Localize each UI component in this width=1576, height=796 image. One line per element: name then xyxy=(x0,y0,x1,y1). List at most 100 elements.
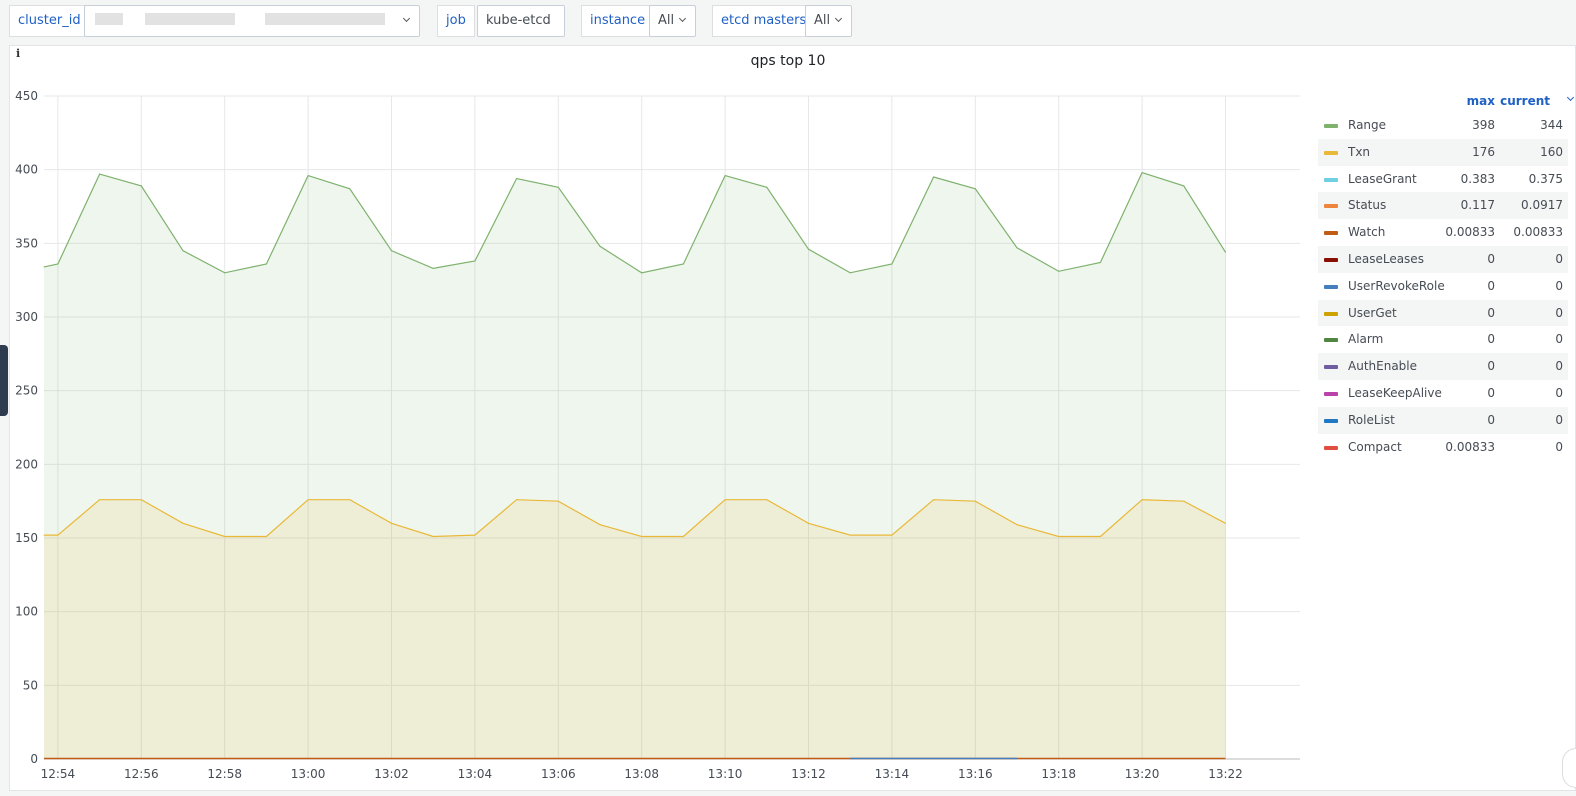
data-point-range xyxy=(557,186,559,188)
series-line-range xyxy=(43,171,1227,274)
data-point-txn xyxy=(224,536,226,537)
chart-areas xyxy=(44,172,1226,760)
series-color-swatch[interactable] xyxy=(1324,445,1338,450)
legend-item-current: 0 xyxy=(1555,332,1563,347)
legend-item-range[interactable]: Range 398 344 xyxy=(1318,112,1568,139)
legend-col-current[interactable]: current xyxy=(1500,94,1550,108)
data-point-range xyxy=(43,266,45,268)
x-tick-label: 13:10 xyxy=(708,767,743,781)
legend-item-name: RoleList xyxy=(1348,412,1395,427)
legend-item-leaseleases[interactable]: LeaseLeases 0 0 xyxy=(1318,245,1568,273)
data-point-txn xyxy=(849,534,851,536)
legend-item-name: UserRevokeRole xyxy=(1348,278,1445,293)
legend-item-leasegrant[interactable]: LeaseGrant 0.383 0.375 xyxy=(1318,166,1568,193)
legend-item-name: Alarm xyxy=(1348,332,1384,347)
series-color-swatch[interactable] xyxy=(1324,391,1338,396)
series-color-swatch[interactable] xyxy=(1324,124,1338,128)
data-point-range xyxy=(641,272,643,274)
data-point-range xyxy=(599,245,601,247)
legend-item-max: 0.117 xyxy=(1460,198,1495,213)
data-point-txn xyxy=(265,536,267,537)
y-tick-label: 450 xyxy=(15,89,38,103)
legend-item-max: 398 xyxy=(1472,118,1495,132)
legend-table: max current Range 398 344 Txn 176 160 LeaseGra… xyxy=(1318,92,1575,460)
x-tick-label: 13:22 xyxy=(1208,767,1243,781)
legend-item-current: 0 xyxy=(1555,439,1563,454)
legend-item-rolelist[interactable]: RoleList 0 0 xyxy=(1318,406,1568,434)
legend-item-status[interactable]: Status 0.117 0.0917 xyxy=(1318,192,1568,220)
series-color-swatch[interactable] xyxy=(1324,231,1338,236)
data-point-txn xyxy=(1099,536,1101,537)
data-point-range xyxy=(349,188,351,190)
x-tick-label: 13:16 xyxy=(958,767,993,781)
data-point-range xyxy=(391,250,392,252)
data-point-txn xyxy=(1058,536,1060,537)
series-color-swatch[interactable] xyxy=(1324,204,1338,209)
legend-item-userrevokerole[interactable]: UserRevokeRole 0 0 xyxy=(1318,273,1568,300)
legend-item-name: LeaseKeepAlive xyxy=(1348,385,1442,400)
series-color-swatch[interactable] xyxy=(1324,418,1338,423)
data-point-range xyxy=(1183,185,1185,187)
data-point-txn xyxy=(933,499,935,501)
legend-item-txn[interactable]: Txn 176 160 xyxy=(1318,138,1568,166)
data-point-range xyxy=(474,260,476,262)
legend-rows: Range 398 344 Txn 176 160 LeaseGrant 0.383 0.375… xyxy=(1318,112,1568,460)
series-color-swatch[interactable] xyxy=(1324,257,1338,262)
legend-item-max: 0 xyxy=(1487,305,1495,320)
data-point-txn xyxy=(891,534,893,536)
data-point-range xyxy=(1099,262,1101,263)
data-point-txn xyxy=(1183,500,1185,502)
data-point-txn xyxy=(516,499,518,501)
legend-item-current: 0 xyxy=(1555,359,1563,374)
y-tick-label: 150 xyxy=(15,531,38,545)
data-point-txn xyxy=(766,499,768,501)
data-point-range xyxy=(974,188,976,190)
legend-item-current: 0 xyxy=(1555,278,1563,293)
legend-item-userget[interactable]: UserGet 0 0 xyxy=(1318,299,1568,327)
data-point-txn xyxy=(57,534,59,536)
scroll-handle[interactable] xyxy=(1562,748,1576,788)
series-color-swatch[interactable] xyxy=(1324,338,1338,343)
x-axis: 12:54 12:56 12:58 13:00 13:02 13:04 13:06 13:08… xyxy=(41,767,1243,781)
x-tick-label: 13:00 xyxy=(291,767,326,781)
y-tick-label: 100 xyxy=(15,605,38,619)
legend-item-name: AuthEnable xyxy=(1348,359,1417,374)
legend-item-leasekeepalive[interactable]: LeaseKeepAlive 0 0 xyxy=(1318,380,1568,407)
series-color-swatch[interactable] xyxy=(1324,150,1338,155)
legend-item-watch[interactable]: Watch 0.00833 0.00833 xyxy=(1318,219,1568,246)
legend-item-current: 0 xyxy=(1555,305,1563,320)
legend-item-alarm[interactable]: Alarm 0 0 xyxy=(1318,326,1568,353)
legend-item-name: Range xyxy=(1348,118,1387,132)
data-point-txn xyxy=(1141,499,1143,501)
data-point-range xyxy=(724,175,726,177)
data-point-txn xyxy=(808,522,809,524)
y-tick-label: 300 xyxy=(15,310,38,324)
series-color-swatch[interactable] xyxy=(1324,284,1338,289)
legend-item-current: 0.0917 xyxy=(1521,198,1563,213)
data-point-txn xyxy=(140,499,142,501)
x-tick-label: 13:02 xyxy=(374,767,409,781)
legend-col-max[interactable]: max xyxy=(1467,94,1495,108)
series-color-swatch[interactable] xyxy=(1324,365,1338,370)
y-tick-label: 50 xyxy=(23,678,38,692)
legend-item-compact[interactable]: Compact 0.00833 0 xyxy=(1318,434,1568,461)
legend-item-name: UserGet xyxy=(1348,305,1397,320)
legend-item-current: 0.00833 xyxy=(1513,225,1563,240)
data-point-txn xyxy=(974,500,976,502)
data-point-txn xyxy=(182,522,184,524)
legend-item-current: 344 xyxy=(1540,118,1563,132)
data-point-txn xyxy=(682,536,684,537)
series-area-txn xyxy=(44,499,1226,759)
x-tick-label: 13:18 xyxy=(1041,767,1076,781)
legend-item-authenable[interactable]: AuthEnable 0 0 xyxy=(1318,353,1568,380)
x-tick-label: 13:12 xyxy=(791,767,826,781)
x-tick-label: 13:06 xyxy=(541,767,576,781)
data-point-txn xyxy=(641,536,643,537)
data-point-range xyxy=(766,186,768,188)
legend-item-max: 0 xyxy=(1487,332,1495,347)
x-tick-label: 12:56 xyxy=(124,767,159,781)
data-point-range xyxy=(182,250,184,252)
x-tick-label: 12:54 xyxy=(41,767,76,781)
series-color-swatch[interactable] xyxy=(1324,311,1338,316)
series-color-swatch[interactable] xyxy=(1324,177,1338,182)
